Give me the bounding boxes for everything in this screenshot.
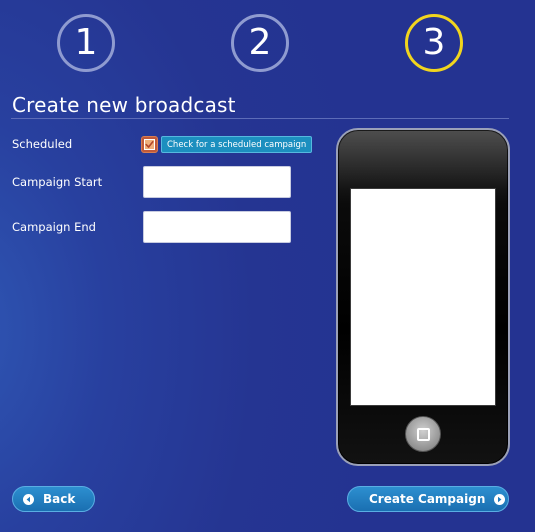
step-1-circle: 1 (57, 14, 115, 72)
arrow-right-circle-icon (494, 493, 506, 505)
phone-screen (350, 188, 496, 406)
campaign-start-input[interactable] (143, 166, 291, 198)
checkbox-inner (144, 139, 155, 150)
phone-preview (336, 128, 510, 466)
create-campaign-button-label: Create Campaign (369, 492, 486, 506)
back-button-label: Back (43, 492, 76, 506)
home-button-icon (405, 416, 441, 452)
phone-gloss (338, 130, 508, 190)
scheduled-label: Scheduled (12, 137, 73, 151)
title-divider (11, 118, 509, 119)
step-3-circle-active: 3 (405, 14, 463, 72)
checkmark-icon (145, 141, 154, 148)
page-title: Create new broadcast (12, 93, 236, 117)
create-campaign-button[interactable]: Create Campaign (347, 486, 509, 512)
campaign-end-label: Campaign End (12, 220, 96, 234)
scheduled-tooltip: Check for a scheduled campaign (161, 136, 313, 153)
step-2-circle: 2 (231, 14, 289, 72)
home-button-square (416, 427, 430, 441)
step-indicator: 1 2 3 (0, 0, 535, 90)
arrow-left-circle-icon (23, 493, 34, 505)
scheduled-checkbox[interactable] (141, 136, 158, 153)
campaign-end-input[interactable] (143, 211, 291, 243)
back-button[interactable]: Back (12, 486, 95, 512)
campaign-start-label: Campaign Start (12, 175, 103, 189)
